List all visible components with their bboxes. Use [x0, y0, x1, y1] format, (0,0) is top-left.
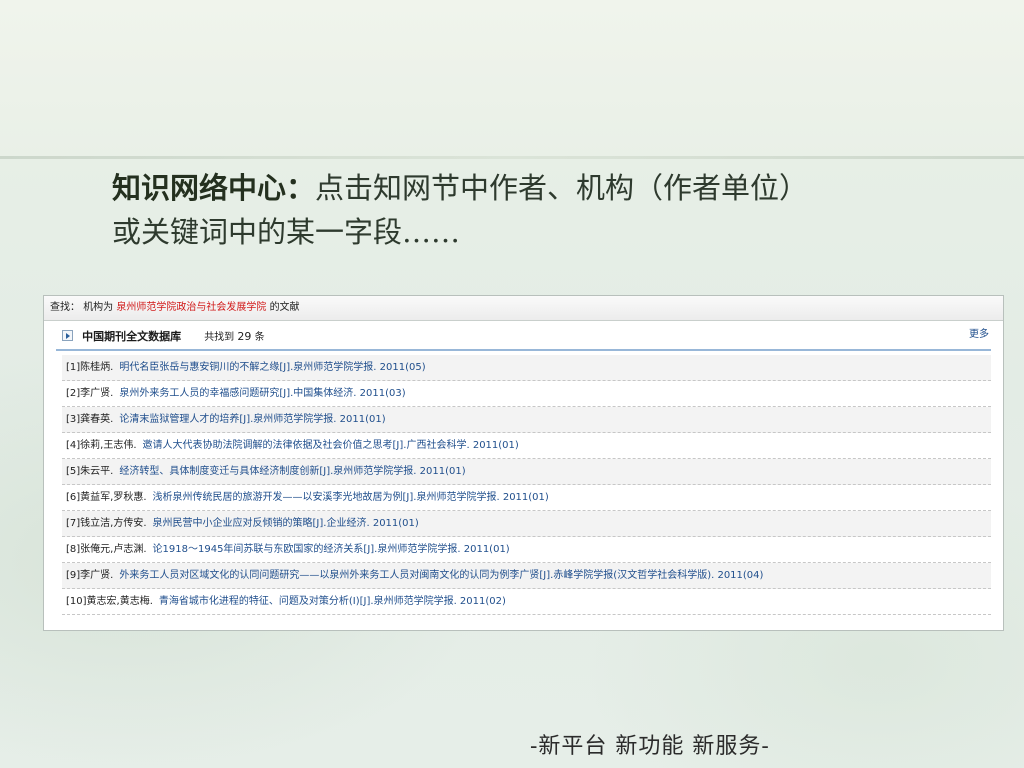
slide-title-line2: 或关键词中的某一字段…… [112, 215, 461, 249]
result-title[interactable]: 论清末监狱管理人才的培养[J]. [119, 414, 253, 425]
result-count-prefix: 共找到 [204, 332, 235, 343]
top-divider [0, 156, 1024, 159]
result-authors[interactable]: 黄志宏,黄志梅. [87, 596, 153, 607]
result-authors[interactable]: 徐莉,王志伟. [80, 440, 136, 451]
result-title[interactable]: 邀请人大代表协助法院调解的法律依据及社会价值之思考[J]. [143, 440, 407, 451]
result-index: [10] [66, 596, 87, 607]
result-authors[interactable]: 黄益军,罗秋惠. [80, 492, 146, 503]
top-band [0, 0, 1024, 158]
footer-slogan: -新平台 新功能 新服务- [530, 734, 770, 759]
result-index: [7] [66, 518, 81, 529]
result-source[interactable]: 企业经济. 2011(01) [326, 518, 418, 529]
result-title[interactable]: 经济转型、具体制度变迁与具体经济制度创新[J]. [119, 466, 333, 477]
result-source[interactable]: 泉州师范学院学报. 2011(01) [333, 466, 465, 477]
result-source[interactable]: 泉州师范学院学报. 2011(01) [416, 492, 548, 503]
expand-arrow-icon[interactable] [62, 330, 73, 341]
result-title[interactable]: 泉州民营中小企业应对反倾销的策略[J]. [153, 518, 327, 529]
result-count-value: 29 [237, 330, 252, 343]
result-item: [10]黄志宏,黄志梅. 青海省城市化进程的特征、问题及对策分析(Ⅰ)[J].泉州… [62, 589, 991, 615]
result-title[interactable]: 外来务工人员对区域文化的认同问题研究——以泉州外来务工人员对闽南文化的认同为例李… [119, 570, 553, 581]
result-item: [9]李广贤. 外来务工人员对区域文化的认同问题研究——以泉州外来务工人员对闽南文… [62, 563, 991, 589]
result-source[interactable]: 泉州师范学院学报. 2011(02) [374, 596, 506, 607]
result-index: [2] [66, 388, 81, 399]
result-index: [3] [66, 414, 81, 425]
field-prefix: 机构为 [83, 302, 114, 313]
result-source[interactable]: 赤峰学院学报(汉文哲学社会科学版). 2011(04) [553, 570, 763, 581]
institution-term: 泉州师范学院政治与社会发展学院 [116, 302, 267, 313]
result-index: [6] [66, 492, 81, 503]
result-index: [1] [66, 362, 81, 373]
result-source[interactable]: 广西社会科学. 2011(01) [406, 440, 518, 451]
database-header: 中国期刊全文数据库 共找到 29 条 更多 [56, 321, 991, 351]
result-source[interactable]: 泉州师范学院学报. 2011(01) [377, 544, 509, 555]
find-label: 查找： [50, 302, 80, 313]
result-item: [4]徐莉,王志伟. 邀请人大代表协助法院调解的法律依据及社会价值之思考[J].广… [62, 433, 991, 459]
result-authors[interactable]: 陈桂炳. [80, 362, 113, 373]
result-count: 共找到 29 条 [204, 330, 265, 343]
result-item: [6]黄益军,罗秋惠. 浅析泉州传统民居的旅游开发——以安溪李光地故居为例[J].… [62, 485, 991, 511]
more-link[interactable]: 更多 [969, 321, 989, 349]
result-title[interactable]: 浅析泉州传统民居的旅游开发——以安溪李光地故居为例[J]. [153, 492, 417, 503]
result-title[interactable]: 明代名臣张岳与惠安铜川的不解之缘[J]. [119, 362, 293, 373]
result-authors[interactable]: 龚春英. [80, 414, 113, 425]
result-authors[interactable]: 李广贤. [80, 388, 113, 399]
slide-title: 知识网络中心：点击知网节中作者、机构（作者单位） 或关键词中的某一字段…… [112, 166, 942, 254]
result-item: [5]朱云平. 经济转型、具体制度变迁与具体经济制度创新[J].泉州师范学院学报.… [62, 459, 991, 485]
result-index: [9] [66, 570, 81, 581]
search-result-panel: 查找： 机构为 泉州师范学院政治与社会发展学院 的文献 中国期刊全文数据库 共找… [43, 295, 1004, 631]
result-authors[interactable]: 钱立洁,方传安. [80, 518, 146, 529]
result-title[interactable]: 青海省城市化进程的特征、问题及对策分析(Ⅰ)[J]. [159, 596, 374, 607]
query-bar: 查找： 机构为 泉州师范学院政治与社会发展学院 的文献 [44, 296, 1003, 321]
result-authors[interactable]: 李广贤. [80, 570, 113, 581]
result-authors[interactable]: 朱云平. [80, 466, 113, 477]
result-index: [5] [66, 466, 81, 477]
result-title[interactable]: 泉州外来务工人员的幸福感问题研究[J]. [119, 388, 293, 399]
result-item: [2]李广贤. 泉州外来务工人员的幸福感问题研究[J].中国集体经济. 2011(… [62, 381, 991, 407]
result-source[interactable]: 泉州师范学院学报. 2011(01) [253, 414, 385, 425]
result-title[interactable]: 论1918～1945年间苏联与东欧国家的经济关系[J]. [153, 544, 378, 555]
database-name[interactable]: 中国期刊全文数据库 [82, 330, 181, 343]
result-item: [7]钱立洁,方传安. 泉州民营中小企业应对反倾销的策略[J].企业经济. 201… [62, 511, 991, 537]
result-authors[interactable]: 张俺元,卢志渊. [80, 544, 146, 555]
result-source[interactable]: 泉州师范学院学报. 2011(05) [293, 362, 425, 373]
result-index: [4] [66, 440, 81, 451]
slide-title-lead: 知识网络中心： [112, 171, 316, 205]
result-count-unit: 条 [254, 332, 265, 343]
result-list: [1]陈桂炳. 明代名臣张岳与惠安铜川的不解之缘[J].泉州师范学院学报. 201… [62, 355, 991, 615]
query-suffix: 的文献 [269, 302, 300, 313]
result-source[interactable]: 中国集体经济. 2011(03) [293, 388, 405, 399]
slide-title-line1: 点击知网节中作者、机构（作者单位） [315, 171, 809, 205]
result-item: [3]龚春英. 论清末监狱管理人才的培养[J].泉州师范学院学报. 2011(01… [62, 407, 991, 433]
result-index: [8] [66, 544, 81, 555]
result-item: [1]陈桂炳. 明代名臣张岳与惠安铜川的不解之缘[J].泉州师范学院学报. 201… [62, 355, 991, 381]
result-item: [8]张俺元,卢志渊. 论1918～1945年间苏联与东欧国家的经济关系[J].泉… [62, 537, 991, 563]
